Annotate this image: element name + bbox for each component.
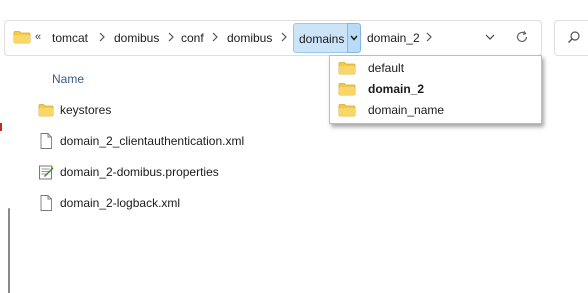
chevron-right-icon[interactable] [99,21,105,55]
chevron-right-icon[interactable] [212,21,218,55]
dropdown-item-default[interactable]: default [330,58,541,79]
breadcrumb-domain-2[interactable]: domain_2 [367,21,420,55]
dropdown-item-label: domain_2 [368,82,425,96]
breadcrumb-tomcat[interactable]: tomcat [52,21,88,55]
dropdown-item-domain-2[interactable]: domain_2 [330,79,541,100]
nav-pane-edge-marker [0,123,2,131]
address-history-chevron-icon[interactable] [484,31,496,46]
dropdown-item-domain-name[interactable]: domain_name [330,100,541,121]
list-item-domibus-properties[interactable]: domain_2-domibus.properties [38,160,219,184]
search-icon [567,30,581,47]
search-box[interactable] [554,20,588,56]
file-name: domain_2-domibus.properties [60,165,219,179]
folder-icon [13,30,31,47]
file-name: domain_2_clientauthentication.xml [60,134,245,148]
list-item-clientauthentication-xml[interactable]: domain_2_clientauthentication.xml [38,129,244,153]
document-icon [38,195,54,211]
domains-dropdown-menu: default domain_2 domain_name [329,55,542,124]
folder-icon [338,82,356,99]
list-item-logback-xml[interactable]: domain_2-logback.xml [38,191,180,215]
chevron-right-icon[interactable] [281,21,287,55]
properties-file-icon [38,164,54,180]
name-column-header[interactable]: Name [52,72,84,86]
folder-icon [338,103,356,120]
refresh-icon[interactable] [515,30,529,47]
breadcrumb-domibus[interactable]: domibus [114,21,159,55]
chevron-down-icon[interactable] [347,23,361,53]
folder-icon [338,61,356,78]
chevron-right-icon[interactable] [426,21,432,55]
breadcrumb-overflow-icon[interactable]: « [35,31,41,43]
breadcrumb-domibus-2[interactable]: domibus [227,21,272,55]
file-name: domain_2-logback.xml [60,196,181,210]
chevron-right-icon[interactable] [168,21,174,55]
breadcrumb-conf[interactable]: conf [181,21,204,55]
dropdown-item-label: default [368,61,405,75]
breadcrumb-domains[interactable]: domains [293,23,350,53]
list-item-keystores[interactable]: keystores [38,98,111,122]
address-bar[interactable]: « tomcat domibus conf domibus domains do… [4,20,542,56]
folder-icon [38,102,54,118]
dropdown-item-label: domain_name [368,103,445,117]
document-icon [38,133,54,149]
nav-pane-scrollbar[interactable] [8,208,10,293]
file-name: keystores [60,103,112,117]
